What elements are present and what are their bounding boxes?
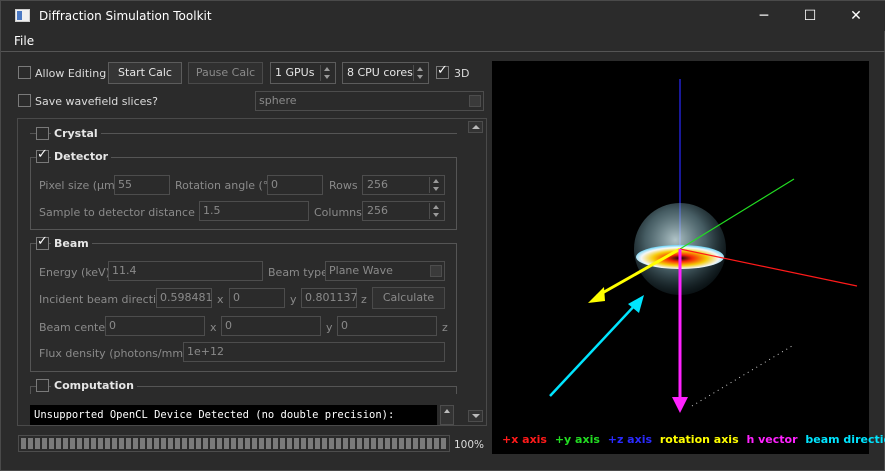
dropdown-arrow-icon[interactable]: [430, 265, 442, 277]
menu-bar: File: [1, 31, 885, 51]
allow-editing-label: Allow Editing: [35, 67, 107, 80]
spinner-arrows-icon[interactable]: [429, 177, 442, 193]
close-button[interactable]: ✕: [833, 1, 879, 31]
beam-type-combo[interactable]: Plane Wave: [325, 261, 445, 281]
scroll-down-icon: [472, 414, 480, 418]
columns-value: 256: [367, 204, 388, 217]
legend-z-axis: +z axis: [607, 433, 653, 446]
crystal-checkbox[interactable]: [36, 127, 49, 140]
rows-spinner[interactable]: 256: [362, 175, 445, 195]
shape-combo-value: sphere: [259, 94, 297, 107]
legend-rotation-axis: rotation axis: [659, 433, 739, 446]
menu-divider: [1, 51, 885, 52]
flux-density-input[interactable]: 1e+12: [183, 342, 445, 362]
crystal-group-title: Crystal: [51, 127, 101, 140]
cpu-cores-value: 8 CPU cores: [347, 66, 413, 79]
flux-density-label: Flux density (photons/mm²s): [39, 347, 198, 360]
energy-input[interactable]: 11.4: [108, 261, 263, 281]
beam-direction-z-label: z: [361, 293, 367, 306]
beam-direction-label: Incident beam direction: [39, 293, 170, 306]
save-wavefield-checkbox[interactable]: [18, 94, 31, 107]
beam-direction-z-input[interactable]: 0.801137: [301, 288, 358, 308]
save-wavefield-label: Save wavefield slices?: [35, 95, 158, 108]
3d-viewport[interactable]: +x axis +y axis +z axis rotation axis h …: [492, 61, 885, 454]
detector-group-title: Detector: [51, 150, 112, 163]
rotation-axis-arrowhead: [588, 287, 605, 303]
h-vector-arrowhead: [672, 397, 688, 413]
computation-checkbox[interactable]: [36, 379, 49, 392]
legend-beam-direction: beam direction: [805, 433, 885, 446]
rotation-angle-input[interactable]: 0: [267, 175, 323, 195]
legend-x-axis: +x axis: [502, 433, 547, 446]
beam-type-label: Beam type: [268, 266, 328, 279]
legend-h-vector: h vector: [746, 433, 798, 446]
beam-group-title: Beam: [51, 237, 92, 250]
pause-calc-button[interactable]: Pause Calc: [188, 62, 263, 84]
rows-label: Rows: [329, 179, 358, 192]
minimize-button[interactable]: ─: [741, 1, 787, 31]
allow-editing-checkbox[interactable]: [18, 66, 31, 79]
gpu-count-spinner[interactable]: 1 GPUs: [270, 62, 336, 84]
rows-value: 256: [367, 178, 388, 191]
beam-center-x-label: x: [210, 321, 217, 334]
beam-direction-x-label: x: [217, 293, 224, 306]
scroll-up-icon[interactable]: [444, 409, 450, 413]
shape-combo[interactable]: sphere: [255, 91, 484, 111]
beam-center-label: Beam center: [39, 321, 110, 334]
3d-scene: [549, 79, 858, 413]
columns-label: Columns: [314, 206, 362, 219]
calculate-button[interactable]: Calculate: [372, 287, 445, 309]
scroll-up-icon: [472, 125, 480, 129]
detector-points: [691, 345, 793, 407]
pixel-size-input[interactable]: 55: [114, 175, 170, 195]
title-bar: Diffraction Simulation Toolkit ─ ☐ ✕: [1, 1, 885, 31]
detector-checkbox[interactable]: [36, 147, 49, 163]
beam-direction-line: [549, 302, 638, 397]
app-window: Diffraction Simulation Toolkit ─ ☐ ✕ Fil…: [0, 0, 885, 471]
beam-direction-y-input[interactable]: 0: [229, 288, 285, 308]
viewport-legend: +x axis +y axis +z axis rotation axis h …: [502, 433, 885, 446]
spinner-arrows-icon[interactable]: [320, 65, 333, 81]
beam-center-z-input[interactable]: 0: [337, 316, 437, 336]
spinner-arrows-icon[interactable]: [413, 65, 426, 81]
energy-label: Energy (keV): [39, 266, 110, 279]
start-calc-button[interactable]: Start Calc: [108, 62, 182, 84]
progress-bar: [18, 435, 450, 452]
distance-label: Sample to detector distance (m): [39, 206, 218, 219]
columns-spinner[interactable]: 256: [362, 201, 445, 221]
maximize-button[interactable]: ☐: [787, 1, 833, 31]
beam-checkbox[interactable]: [36, 234, 49, 250]
pixel-size-label: Pixel size (µm): [39, 179, 120, 192]
cpu-cores-spinner[interactable]: 8 CPU cores: [342, 62, 429, 84]
legend-y-axis: +y axis: [554, 433, 600, 446]
dropdown-arrow-icon[interactable]: [469, 95, 481, 107]
beam-direction-x-input[interactable]: 0.598481: [156, 288, 213, 308]
console-output[interactable]: Unsupported OpenCL Device Detected (no d…: [30, 405, 437, 425]
window-title: Diffraction Simulation Toolkit: [39, 9, 212, 23]
scroll-up-button[interactable]: [468, 121, 483, 133]
rotation-angle-label: Rotation angle (°): [175, 179, 273, 192]
three-d-label: 3D: [454, 67, 470, 80]
console-scrollbar[interactable]: [440, 405, 454, 425]
gpu-count-value: 1 GPUs: [275, 66, 315, 79]
beam-center-x-input[interactable]: 0: [105, 316, 205, 336]
beam-center-y-input[interactable]: 0: [221, 316, 321, 336]
three-d-checkbox[interactable]: [436, 63, 449, 79]
computation-group-title: Computation: [51, 379, 137, 392]
distance-input[interactable]: 1.5: [199, 201, 309, 221]
app-icon: [15, 9, 30, 22]
menu-file[interactable]: File: [14, 34, 34, 48]
spinner-arrows-icon[interactable]: [429, 203, 442, 219]
beam-type-value: Plane Wave: [329, 264, 393, 277]
scroll-down-button[interactable]: [468, 410, 483, 422]
beam-center-z-label: z: [442, 321, 448, 334]
progress-percent: 100%: [454, 439, 485, 451]
beam-center-y-label: y: [326, 321, 333, 334]
beam-direction-y-label: y: [290, 293, 297, 306]
progress-fill: [21, 438, 447, 449]
